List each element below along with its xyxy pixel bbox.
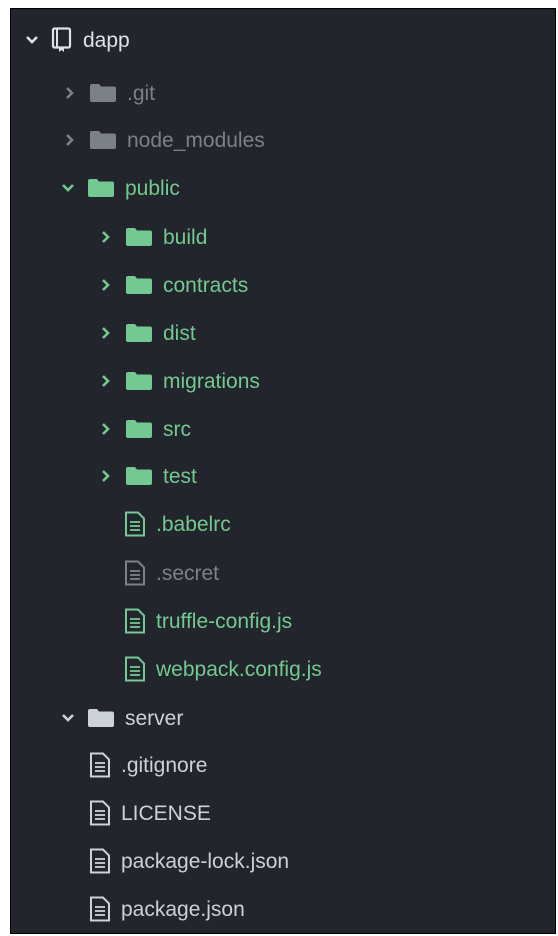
tree-folder-node-modules[interactable]: node_modules	[11, 116, 555, 164]
tree-label: truffle-config.js	[156, 609, 293, 633]
tree-label: server	[125, 706, 184, 730]
tree-file-webpack-config[interactable]: webpack.config.js	[11, 645, 555, 693]
tree-label: .secret	[156, 561, 220, 585]
file-icon	[89, 752, 111, 778]
tree-label: node_modules	[127, 128, 265, 152]
chevron-right-icon[interactable]	[99, 230, 113, 244]
tree-label: .gitignore	[121, 753, 208, 777]
tree-file-gitignore[interactable]: .gitignore	[11, 741, 555, 789]
folder-icon	[125, 466, 153, 486]
folder-icon	[125, 371, 153, 391]
file-icon	[89, 800, 111, 826]
tree-label: migrations	[163, 369, 260, 393]
tree-folder-dist[interactable]: dist	[11, 309, 555, 357]
tree-label: dapp	[83, 28, 130, 52]
chevron-down-icon[interactable]	[61, 711, 75, 725]
tree-file-secret[interactable]: .secret	[11, 549, 555, 597]
tree-label: webpack.config.js	[156, 657, 322, 681]
file-icon	[124, 511, 146, 537]
chevron-right-icon[interactable]	[63, 133, 77, 147]
chevron-right-icon[interactable]	[99, 278, 113, 292]
tree-file-package-json[interactable]: package.json	[11, 885, 555, 933]
tree-folder-migrations[interactable]: migrations	[11, 357, 555, 405]
tree-label: contracts	[163, 273, 249, 297]
file-icon	[89, 848, 111, 874]
tree-file-license[interactable]: LICENSE	[11, 789, 555, 837]
tree-folder-src[interactable]: src	[11, 405, 555, 453]
folder-icon	[87, 178, 115, 198]
chevron-right-icon[interactable]	[99, 469, 113, 483]
chevron-right-icon[interactable]	[99, 422, 113, 436]
tree-label: test	[163, 464, 197, 488]
tree-file-package-lock[interactable]: package-lock.json	[11, 837, 555, 885]
chevron-down-icon[interactable]	[25, 33, 39, 47]
folder-icon	[125, 323, 153, 343]
chevron-right-icon[interactable]	[99, 326, 113, 340]
tree-label: dist	[163, 321, 196, 345]
tree-folder-server[interactable]: server	[11, 694, 555, 742]
file-tree-panel: dapp .git node_modules public build cont…	[10, 8, 556, 934]
folder-icon	[125, 419, 153, 439]
chevron-right-icon[interactable]	[63, 86, 77, 100]
tree-label: public	[125, 176, 180, 200]
folder-icon	[125, 227, 153, 247]
file-icon	[124, 656, 146, 682]
tree-folder-git[interactable]: .git	[11, 69, 555, 117]
tree-label: LICENSE	[121, 801, 211, 825]
tree-label: package-lock.json	[121, 849, 290, 873]
chevron-right-icon[interactable]	[99, 374, 113, 388]
folder-icon	[89, 130, 117, 150]
file-icon	[124, 608, 146, 634]
tree-file-babelrc[interactable]: .babelrc	[11, 500, 555, 548]
folder-icon	[125, 275, 153, 295]
tree-label: .babelrc	[156, 512, 231, 536]
tree-label: package.json	[121, 897, 245, 921]
tree-file-truffle-config[interactable]: truffle-config.js	[11, 597, 555, 645]
folder-icon	[87, 708, 115, 728]
tree-label: build	[163, 225, 208, 249]
tree-root-dapp[interactable]: dapp	[11, 16, 555, 64]
file-icon	[89, 896, 111, 922]
tree-folder-contracts[interactable]: contracts	[11, 261, 555, 309]
tree-folder-public[interactable]: public	[11, 164, 555, 212]
chevron-down-icon[interactable]	[61, 181, 75, 195]
repo-icon	[51, 27, 73, 53]
folder-icon	[89, 83, 117, 103]
tree-label: src	[163, 417, 191, 441]
tree-folder-test[interactable]: test	[11, 452, 555, 500]
file-icon	[124, 560, 146, 586]
tree-label: .git	[127, 81, 156, 105]
tree-folder-build[interactable]: build	[11, 213, 555, 261]
